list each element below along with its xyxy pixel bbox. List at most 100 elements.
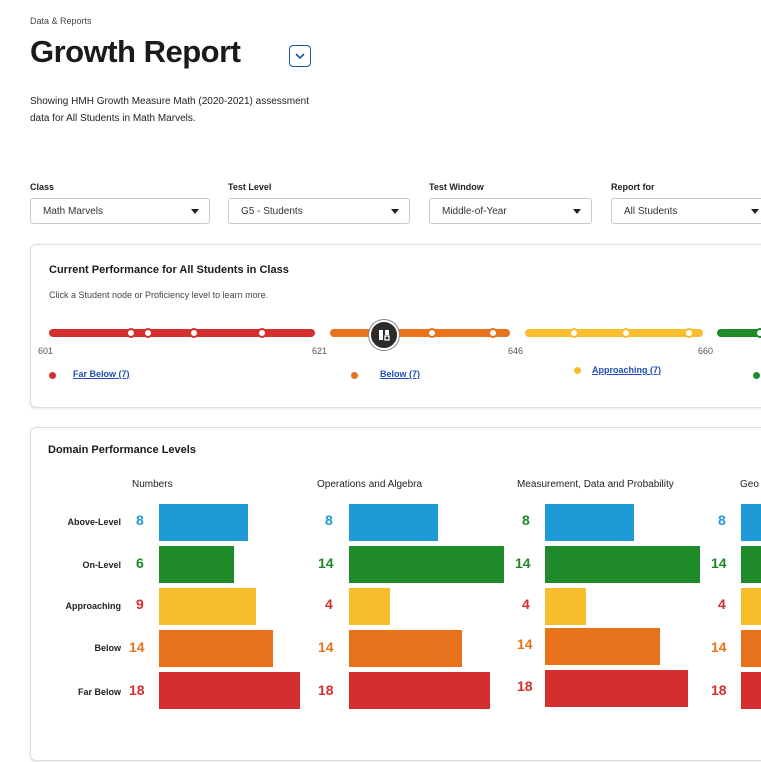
column-heading-measurement: Measurement, Data and Probability: [517, 479, 674, 490]
bar-far-below[interactable]: [159, 672, 300, 709]
bar-approaching[interactable]: [545, 588, 586, 625]
chevron-down-icon: [295, 52, 305, 59]
student-node[interactable]: [189, 328, 199, 338]
student-node[interactable]: [569, 328, 579, 338]
caret-down-icon: [391, 209, 399, 214]
class-filter-label: Class: [30, 182, 55, 192]
count-above-level: 8: [136, 512, 144, 528]
caret-down-icon: [191, 209, 199, 214]
test-window-filter-label: Test Window: [429, 182, 484, 192]
current-performance-card: Current Performance for All Students in …: [30, 244, 761, 408]
bar-above-level[interactable]: [349, 504, 438, 541]
report-for-select[interactable]: All Students: [611, 198, 761, 224]
bar-on-level[interactable]: [741, 546, 761, 583]
approaching-link[interactable]: Approaching (7): [592, 365, 661, 375]
student-node[interactable]: [488, 328, 498, 338]
bar-far-below[interactable]: [741, 672, 761, 709]
caret-down-icon: [573, 209, 581, 214]
column-heading-numbers: Numbers: [132, 479, 173, 490]
count-on-level: 6: [136, 555, 144, 571]
row-label-approaching: Approaching: [65, 601, 122, 611]
page-title: Growth Report: [30, 34, 241, 69]
bar-above-level[interactable]: [159, 504, 248, 541]
row-label-above-level: Above-Level: [67, 517, 121, 527]
column-heading-operations: Operations and Algebra: [317, 479, 423, 490]
breadcrumb[interactable]: Data & Reports: [30, 16, 92, 26]
bar-approaching[interactable]: [741, 588, 761, 625]
student-node[interactable]: [126, 328, 136, 338]
bar-on-level[interactable]: [349, 546, 504, 583]
on-level-dot: [753, 372, 760, 379]
title-dropdown-button[interactable]: [289, 45, 311, 67]
count-approaching: 4: [325, 596, 333, 612]
report-description: Showing HMH Growth Measure Math (2020-20…: [30, 93, 390, 127]
bar-below[interactable]: [159, 630, 273, 667]
bar-far-below[interactable]: [545, 670, 688, 707]
count-above-level: 8: [522, 512, 530, 528]
student-node[interactable]: [684, 328, 694, 338]
student-node[interactable]: [427, 328, 437, 338]
count-on-level: 14: [515, 555, 531, 571]
count-far-below: 18: [129, 682, 145, 698]
bar-far-below[interactable]: [349, 672, 490, 709]
row-label-far-below: Far Below: [77, 687, 121, 697]
group-icon: [379, 330, 390, 341]
approaching-band[interactable]: [525, 329, 703, 337]
count-far-below: 18: [711, 682, 727, 698]
bar-above-level[interactable]: [741, 504, 761, 541]
student-node[interactable]: [257, 328, 267, 338]
bar-below[interactable]: [545, 628, 660, 665]
row-label-on-level: On-Level: [82, 560, 121, 570]
bar-on-level[interactable]: [545, 546, 700, 583]
count-approaching: 4: [522, 596, 530, 612]
domain-performance-card: Domain Performance Levels Numbers Operat…: [30, 427, 761, 761]
approaching-dot: [574, 367, 581, 374]
bar-approaching[interactable]: [159, 588, 256, 625]
performance-hint: Click a Student node or Proficiency leve…: [49, 290, 269, 300]
far-below-dot: [49, 372, 56, 379]
count-on-level: 14: [711, 555, 727, 571]
below-band[interactable]: [330, 329, 510, 337]
scale-tick: 660: [698, 346, 714, 356]
count-above-level: 8: [718, 512, 726, 528]
scale-tick: 646: [508, 346, 524, 356]
performance-card-title: Current Performance for All Students in …: [49, 264, 289, 276]
count-below: 14: [517, 636, 533, 652]
bar-approaching[interactable]: [349, 588, 390, 625]
description-line-2: data for All Students in Math Marvels.: [30, 113, 196, 124]
student-node[interactable]: [621, 328, 631, 338]
class-select[interactable]: Math Marvels: [30, 198, 210, 224]
scale-tick: 621: [312, 346, 328, 356]
class-select-value: Math Marvels: [43, 205, 104, 217]
count-on-level: 14: [318, 555, 334, 571]
report-for-filter-label: Report for: [611, 182, 655, 192]
caret-down-icon: [751, 209, 759, 214]
bar-above-level[interactable]: [545, 504, 634, 541]
far-below-band[interactable]: [49, 329, 315, 337]
domain-card-title: Domain Performance Levels: [48, 444, 196, 456]
count-far-below: 18: [318, 682, 334, 698]
row-label-below: Below: [94, 643, 121, 653]
description-line-1: Showing HMH Growth Measure Math (2020-20…: [30, 96, 310, 107]
far-below-link[interactable]: Far Below (7): [73, 369, 130, 379]
scale-tick: 601: [38, 346, 54, 356]
class-average-marker[interactable]: [369, 320, 399, 350]
test-window-select[interactable]: Middle-of-Year: [429, 198, 592, 224]
below-dot: [351, 372, 358, 379]
bar-below[interactable]: [349, 630, 462, 667]
count-approaching: 4: [718, 596, 726, 612]
test-level-select-value: G5 - Students: [241, 205, 303, 217]
column-heading-geometry: Geo: [740, 479, 759, 490]
count-above-level: 8: [325, 512, 333, 528]
count-below: 14: [711, 639, 727, 655]
count-below: 14: [318, 639, 334, 655]
bar-below[interactable]: [741, 630, 761, 667]
bar-on-level[interactable]: [159, 546, 234, 583]
test-level-filter-label: Test Level: [228, 182, 272, 192]
count-far-below: 18: [517, 678, 533, 694]
count-approaching: 9: [136, 596, 144, 612]
student-node[interactable]: [755, 328, 761, 338]
below-link[interactable]: Below (7): [380, 369, 420, 379]
test-level-select[interactable]: G5 - Students: [228, 198, 410, 224]
student-node[interactable]: [143, 328, 153, 338]
